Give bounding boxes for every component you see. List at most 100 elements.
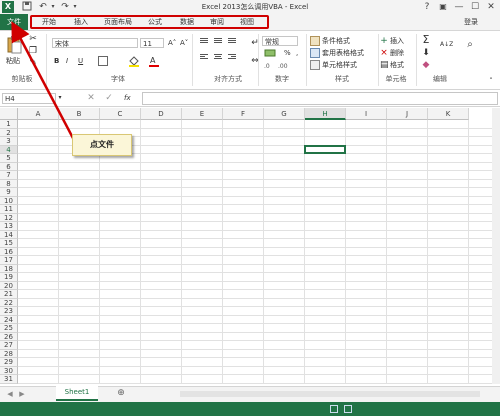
- cut-icon[interactable]: ✂: [28, 34, 38, 44]
- font-color-icon[interactable]: A: [148, 55, 160, 67]
- row-header[interactable]: 1: [0, 120, 18, 129]
- column-header[interactable]: D: [141, 108, 182, 120]
- conditional-format-button[interactable]: 条件格式: [322, 36, 372, 46]
- close-button[interactable]: ✕: [484, 0, 498, 14]
- borders-icon[interactable]: [98, 56, 108, 66]
- paste-icon[interactable]: [6, 36, 22, 54]
- maximize-button[interactable]: ☐: [468, 0, 482, 14]
- autosum-icon[interactable]: Σ: [420, 34, 432, 45]
- column-header[interactable]: H: [305, 108, 346, 120]
- row-header[interactable]: 9: [0, 188, 18, 197]
- enter-edit-icon[interactable]: ✓: [104, 93, 114, 103]
- copy-icon[interactable]: ❐: [28, 46, 38, 56]
- undo-dropdown-icon[interactable]: ▾: [48, 1, 58, 13]
- column-header[interactable]: J: [387, 108, 428, 120]
- customize-toolbar-icon[interactable]: ▾: [70, 1, 80, 13]
- column-header[interactable]: B: [59, 108, 100, 120]
- page-layout-view-icon[interactable]: [344, 405, 352, 413]
- tab-file[interactable]: 文件: [0, 14, 28, 30]
- fill-icon[interactable]: ⬇: [420, 48, 432, 58]
- column-header[interactable]: I: [346, 108, 387, 120]
- delete-cells-button[interactable]: 删除: [390, 48, 410, 58]
- row-header[interactable]: 18: [0, 264, 18, 273]
- help-icon[interactable]: ?: [420, 0, 434, 14]
- row-header[interactable]: 11: [0, 205, 18, 214]
- number-format-select[interactable]: 常规: [262, 36, 298, 46]
- name-box[interactable]: H4: [2, 93, 56, 104]
- column-header[interactable]: E: [182, 108, 223, 120]
- minimize-button[interactable]: —: [452, 0, 466, 14]
- select-all-corner[interactable]: [0, 108, 18, 120]
- find-select-icon[interactable]: ⌕: [464, 40, 476, 50]
- comma-button[interactable]: ,: [296, 48, 304, 58]
- row-header[interactable]: 26: [0, 332, 18, 341]
- row-header[interactable]: 3: [0, 137, 18, 146]
- normal-view-icon[interactable]: [330, 405, 338, 413]
- row-header[interactable]: 20: [0, 281, 18, 290]
- fill-color-icon[interactable]: [128, 55, 140, 67]
- row-header[interactable]: 4: [0, 145, 18, 154]
- column-header[interactable]: C: [100, 108, 141, 120]
- redo-icon[interactable]: ↷: [60, 1, 70, 13]
- sheet-tab-sheet1[interactable]: Sheet1: [56, 386, 98, 401]
- row-header[interactable]: 21: [0, 290, 18, 299]
- active-cell-selection[interactable]: [304, 144, 346, 154]
- row-header[interactable]: 8: [0, 179, 18, 188]
- insert-function-icon[interactable]: fx: [124, 93, 136, 103]
- row-header[interactable]: 31: [0, 375, 18, 384]
- row-header[interactable]: 19: [0, 273, 18, 282]
- shrink-font-icon[interactable]: A˅: [180, 38, 190, 48]
- row-header[interactable]: 29: [0, 358, 18, 367]
- sort-filter-icon[interactable]: A↓Z: [440, 40, 460, 50]
- cancel-edit-icon[interactable]: ✕: [86, 93, 96, 103]
- row-header[interactable]: 10: [0, 196, 18, 205]
- row-header[interactable]: 12: [0, 213, 18, 222]
- format-cells-button[interactable]: 格式: [390, 60, 410, 70]
- underline-button[interactable]: U: [78, 56, 86, 66]
- column-header[interactable]: G: [264, 108, 305, 120]
- next-sheet-icon[interactable]: ▶: [18, 389, 26, 399]
- row-header[interactable]: 30: [0, 366, 18, 375]
- new-sheet-icon[interactable]: ⊕: [116, 388, 126, 398]
- column-header[interactable]: A: [18, 108, 59, 120]
- collapse-ribbon-icon[interactable]: ˄: [486, 76, 496, 86]
- ribbon-display-options-icon[interactable]: ▣: [436, 0, 450, 14]
- row-header[interactable]: 28: [0, 349, 18, 358]
- percent-button[interactable]: %: [284, 48, 294, 58]
- cell-styles-button[interactable]: 单元格样式: [322, 60, 376, 70]
- formula-input[interactable]: [142, 92, 498, 105]
- clear-icon[interactable]: ◆: [420, 60, 432, 70]
- font-size-select[interactable]: 11: [140, 38, 164, 48]
- undo-icon[interactable]: ↶: [38, 1, 48, 13]
- name-box-dropdown-icon[interactable]: ▾: [56, 93, 64, 103]
- save-icon[interactable]: [22, 1, 32, 13]
- row-header[interactable]: 5: [0, 154, 18, 163]
- column-header[interactable]: K: [428, 108, 469, 120]
- row-header[interactable]: 16: [0, 247, 18, 256]
- format-as-table-button[interactable]: 套用表格格式: [322, 48, 376, 58]
- column-header[interactable]: F: [223, 108, 264, 120]
- row-header[interactable]: 13: [0, 222, 18, 231]
- row-header[interactable]: 22: [0, 298, 18, 307]
- row-header[interactable]: 6: [0, 162, 18, 171]
- row-header[interactable]: 24: [0, 315, 18, 324]
- row-header[interactable]: 15: [0, 239, 18, 248]
- bold-button[interactable]: B: [54, 56, 62, 66]
- format-painter-icon[interactable]: ✎: [28, 58, 38, 68]
- vertical-scrollbar[interactable]: [492, 108, 500, 384]
- row-header[interactable]: 7: [0, 171, 18, 180]
- row-header[interactable]: 2: [0, 128, 18, 137]
- excel-logo-icon[interactable]: X: [2, 1, 14, 13]
- horizontal-scrollbar[interactable]: [180, 391, 480, 397]
- row-header[interactable]: 27: [0, 341, 18, 350]
- currency-icon[interactable]: [264, 48, 278, 58]
- row-header[interactable]: 17: [0, 256, 18, 265]
- sign-in-link[interactable]: 登录: [464, 14, 486, 30]
- font-name-select[interactable]: 宋体: [52, 38, 138, 48]
- decimal-buttons[interactable]: .0 .00: [264, 60, 294, 70]
- italic-button[interactable]: I: [66, 56, 74, 66]
- row-header[interactable]: 23: [0, 307, 18, 316]
- prev-sheet-icon[interactable]: ◀: [6, 389, 14, 399]
- row-header[interactable]: 14: [0, 230, 18, 239]
- row-header[interactable]: 25: [0, 324, 18, 333]
